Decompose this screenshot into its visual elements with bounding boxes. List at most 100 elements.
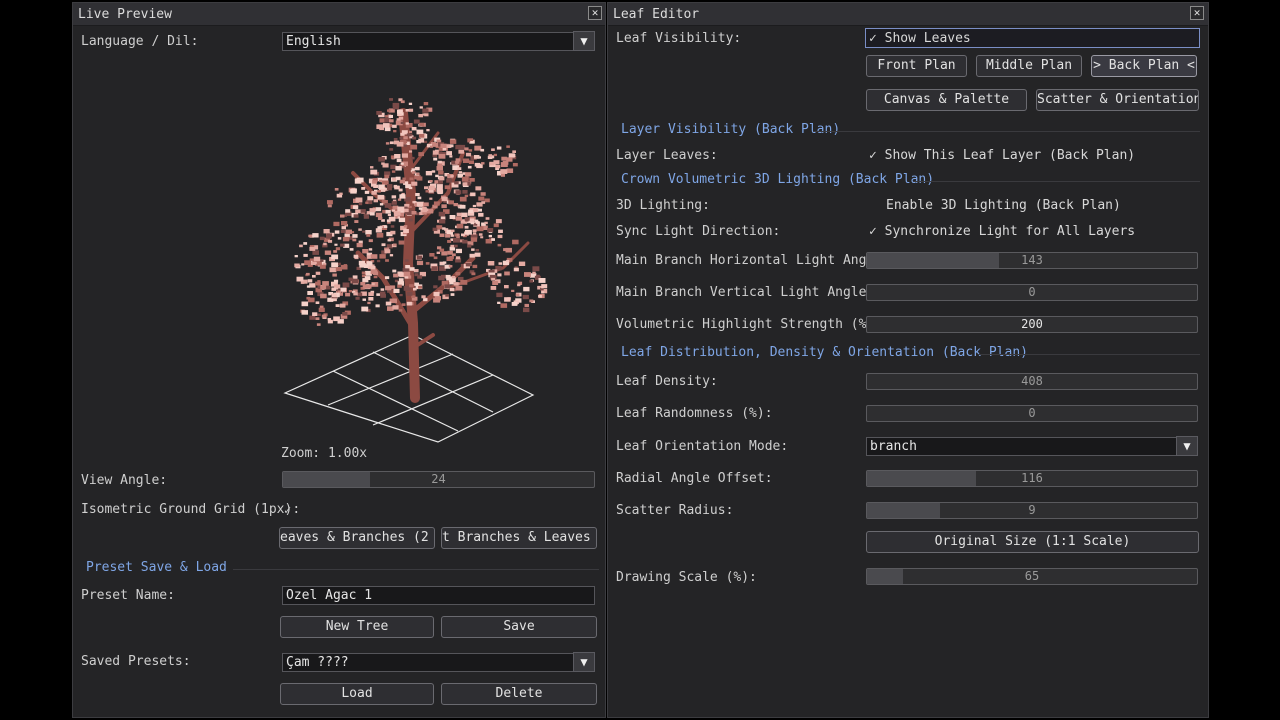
leaf (536, 274, 540, 278)
original-size-button[interactable]: Original Size (1:1 Scale) (866, 531, 1199, 553)
leaf (294, 263, 300, 268)
leaf (379, 179, 383, 182)
leaf (469, 253, 475, 258)
leaf (389, 119, 394, 123)
distribution-divider (978, 354, 1200, 355)
leaf (400, 100, 405, 104)
tab-branches-leaves[interactable]: t Branches & Leaves ( (441, 527, 597, 549)
saved-presets-chevron-icon[interactable]: ▼ (573, 652, 595, 672)
orientation-mode-select[interactable]: branch (866, 437, 1186, 456)
leaf (367, 301, 371, 305)
language-dropdown-chevron-icon[interactable]: ▼ (573, 31, 595, 51)
load-button[interactable]: Load (280, 683, 434, 705)
leaf-density-slider[interactable]: 408 (866, 373, 1198, 390)
leaf (331, 254, 339, 260)
leaf (375, 304, 380, 308)
leaf (377, 190, 381, 193)
orientation-mode-label: Leaf Orientation Mode: (616, 439, 789, 454)
leaf (384, 249, 391, 254)
orientation-mode-chevron-icon[interactable]: ▼ (1176, 436, 1198, 456)
tree-preview-canvas[interactable] (263, 73, 583, 453)
leaf (308, 234, 312, 238)
save-button[interactable]: Save (441, 616, 597, 638)
saved-presets-select[interactable]: Çam ???? (282, 653, 586, 672)
tree-leaves (294, 98, 548, 326)
language-select[interactable]: English (282, 32, 586, 51)
leaf (399, 179, 405, 184)
leaf (408, 134, 412, 137)
leaf (453, 203, 459, 207)
tab-scatter-orientation[interactable]: Scatter & Orientation (1036, 89, 1199, 111)
view-angle-label: View Angle: (81, 473, 168, 488)
show-layer-checkbox[interactable]: ✓ Show This Leaf Layer (Back Plan) (869, 148, 1135, 163)
live-preview-titlebar[interactable]: Live Preview ✕ (73, 3, 605, 26)
leaf (403, 144, 408, 147)
tab-leaves-branches[interactable]: eaves & Branches (2 L (279, 527, 435, 549)
highlight-strength-slider[interactable]: 200 (866, 316, 1198, 333)
enable-lighting-checkbox[interactable]: Enable 3D Lighting (Back Plan) (886, 198, 1121, 213)
leaf (411, 171, 416, 174)
leaf (488, 154, 493, 157)
leaf (446, 151, 452, 156)
vertical-angle-slider[interactable]: 0 (866, 284, 1198, 301)
leaf (406, 301, 412, 306)
drawing-scale-slider[interactable]: 65 (866, 568, 1198, 585)
leaf (512, 239, 519, 245)
leaf (438, 153, 446, 159)
leaf (353, 205, 359, 210)
scatter-radius-slider[interactable]: 9 (866, 502, 1198, 519)
leaf (393, 243, 397, 246)
ground-grid-checkbox[interactable]: ✓ (284, 503, 291, 517)
leaf (376, 293, 381, 296)
leaf (309, 246, 316, 251)
leaf (468, 149, 473, 152)
leaf (495, 165, 501, 169)
radial-offset-value: 116 (1021, 471, 1043, 485)
tab-canvas-palette[interactable]: Canvas & Palette (866, 89, 1027, 111)
leaf (478, 233, 483, 236)
leaf (383, 225, 388, 228)
tab-middle-plan[interactable]: Middle Plan (976, 55, 1082, 77)
radial-offset-slider[interactable]: 116 (866, 470, 1198, 487)
leaf (362, 298, 366, 301)
close-icon[interactable]: ✕ (588, 6, 602, 20)
leaf (345, 209, 351, 213)
leaf (392, 105, 399, 110)
leaf (438, 170, 444, 175)
horizontal-angle-slider[interactable]: 143 (866, 252, 1198, 269)
leaf (424, 186, 429, 190)
leaf (385, 259, 389, 262)
view-angle-slider[interactable]: 24 (282, 471, 595, 488)
leaf (385, 276, 390, 280)
leaf (467, 165, 472, 169)
leaf-randomness-slider[interactable]: 0 (866, 405, 1198, 422)
leaf (300, 281, 305, 284)
leaf (309, 315, 316, 320)
leaf (427, 211, 432, 214)
delete-button[interactable]: Delete (441, 683, 597, 705)
leaf (392, 124, 397, 128)
close-icon[interactable]: ✕ (1190, 6, 1204, 20)
tab-back-plan[interactable]: > Back Plan < (1091, 55, 1197, 77)
sync-light-checkbox[interactable]: ✓ Synchronize Light for All Layers (869, 224, 1135, 239)
leaf (416, 260, 424, 266)
preset-name-input[interactable]: Ozel Agac 1 (282, 586, 595, 605)
leaf (408, 186, 413, 190)
leaf (449, 155, 453, 158)
leaf (504, 271, 510, 276)
leaf (450, 174, 454, 178)
leaf (433, 201, 440, 206)
leaf (355, 209, 361, 214)
leaf (403, 271, 411, 277)
leaf (384, 174, 390, 179)
leaf (432, 227, 438, 231)
leaf-editor-titlebar[interactable]: Leaf Editor ✕ (608, 3, 1208, 26)
new-tree-button[interactable]: New Tree (280, 616, 434, 638)
leaf (497, 234, 503, 239)
leaf (481, 201, 486, 204)
leaf (409, 150, 413, 153)
leaf (491, 148, 495, 151)
leaf (417, 275, 423, 279)
leaf (416, 172, 420, 175)
tab-front-plan[interactable]: Front Plan (866, 55, 967, 77)
